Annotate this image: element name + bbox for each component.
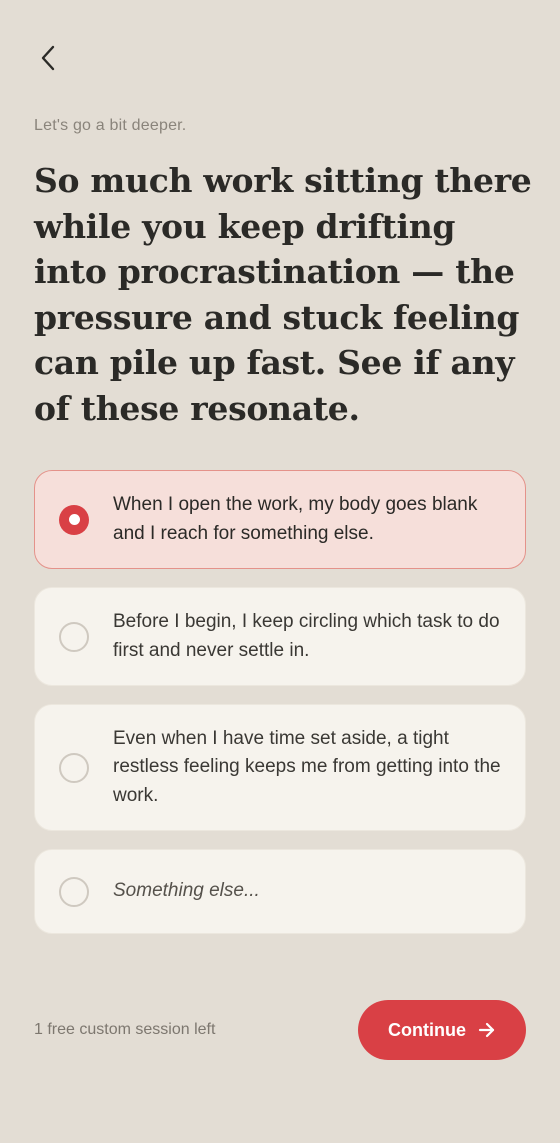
arrow-right-icon: [478, 1022, 496, 1038]
option-card-2[interactable]: Before I begin, I keep circling which ta…: [34, 587, 526, 686]
options-list: When I open the work, my body goes blank…: [34, 470, 526, 952]
continue-button[interactable]: Continue: [358, 1000, 526, 1060]
radio-selected-icon[interactable]: [59, 504, 89, 535]
back-button[interactable]: [28, 38, 68, 78]
radio-unselected-icon[interactable]: [59, 752, 89, 783]
option-card-3[interactable]: Even when I have time set aside, a tight…: [34, 704, 526, 831]
option-label: Something else...: [113, 880, 260, 902]
option-card-something-else[interactable]: Something else...: [34, 849, 526, 934]
page-subtitle: Let's go a bit deeper.: [34, 117, 187, 134]
radio-dot: [68, 514, 80, 525]
option-label: Even when I have time set aside, a tight…: [113, 727, 501, 806]
chevron-left-icon: [41, 45, 55, 71]
free-session-note: 1 free custom session left: [34, 1021, 216, 1038]
option-label: Before I begin, I keep circling which ta…: [113, 611, 500, 661]
continue-label: Continue: [388, 1019, 466, 1040]
page-title: So much work sitting there while you kee…: [34, 161, 532, 428]
option-card-1[interactable]: When I open the work, my body goes blank…: [34, 470, 526, 569]
radio-unselected-icon[interactable]: [59, 876, 89, 907]
option-label: When I open the work, my body goes blank…: [113, 494, 478, 544]
radio-unselected-icon[interactable]: [59, 621, 89, 652]
